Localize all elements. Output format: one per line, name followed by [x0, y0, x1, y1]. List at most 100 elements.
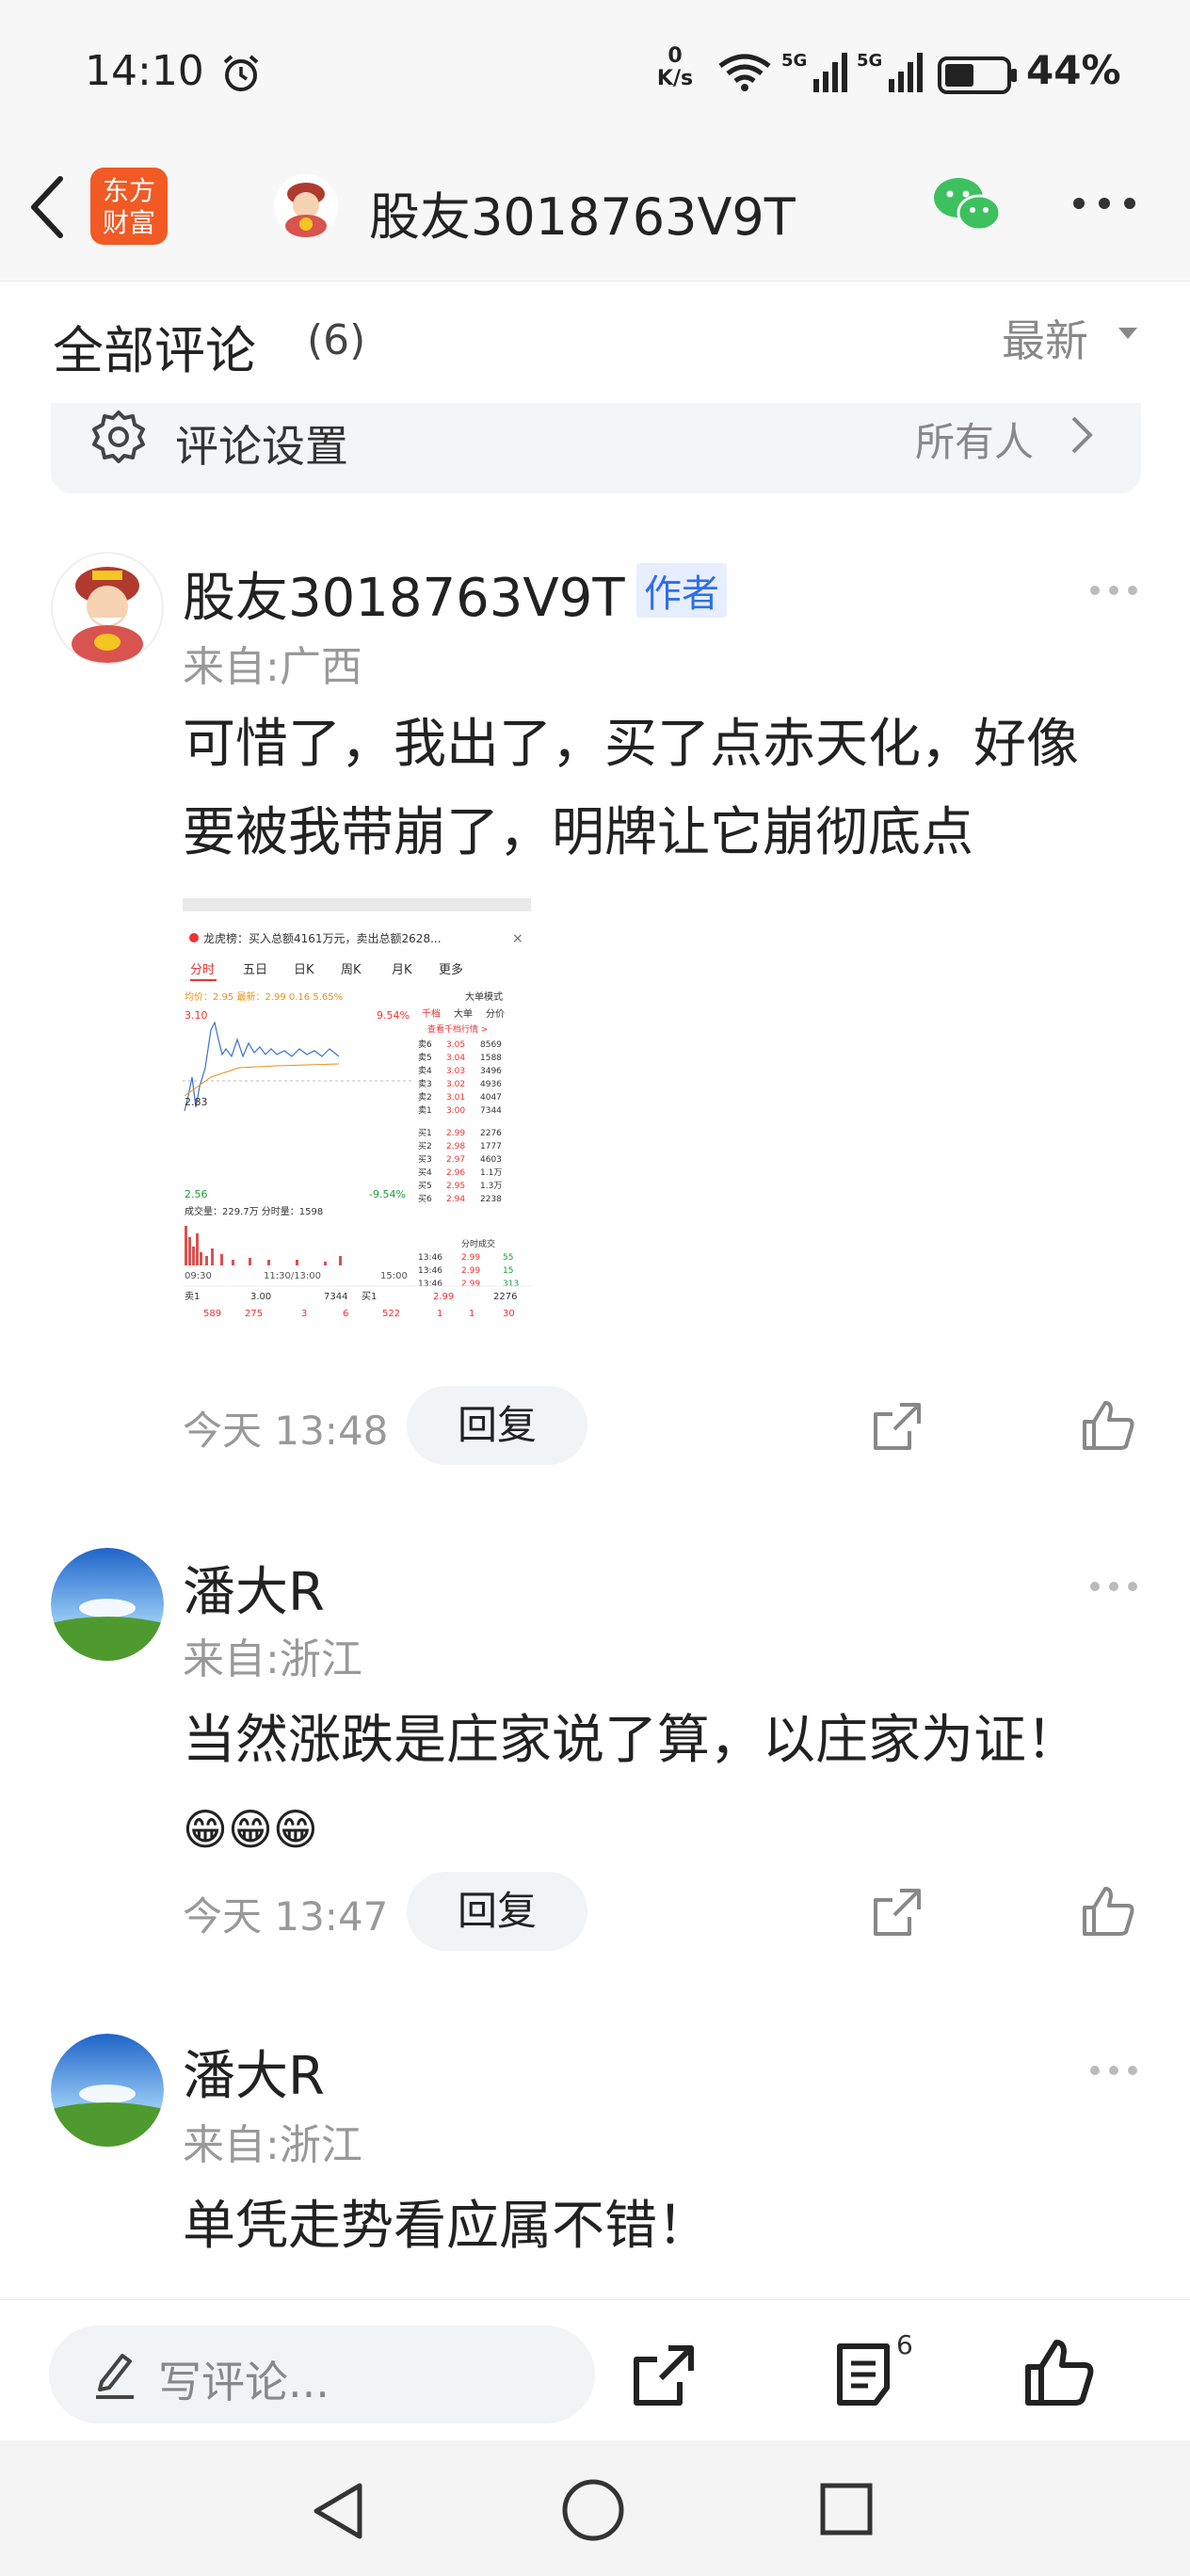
comment-time: 今天 13:47 [183, 1893, 389, 1940]
avatar[interactable] [51, 1548, 164, 1661]
sell-order-price: 3.01 [446, 1093, 465, 1103]
buy-order-price: 2.98 [446, 1142, 465, 1151]
bottom-row-cell: 275 [245, 1309, 263, 1319]
tab: 月K [392, 963, 412, 977]
battery-percent: 44% [1026, 47, 1121, 93]
buy-order-label: 买5 [418, 1181, 432, 1191]
comment-placeholder[interactable]: 写评论... [158, 2348, 330, 2410]
settings-label: 评论设置 [175, 421, 348, 472]
comments-list-icon[interactable] [832, 2341, 898, 2408]
buy-order-volume: 1777 [480, 1142, 502, 1151]
buy-order-volume: 4603 [480, 1155, 502, 1165]
buy-order-label: 买4 [418, 1167, 432, 1178]
gear-icon [92, 411, 145, 463]
low-price: 2.56 [185, 1188, 208, 1200]
wechat-icon[interactable] [932, 175, 1002, 235]
nav-home-icon[interactable] [561, 2478, 625, 2542]
bottom-row-cell: 522 [382, 1309, 400, 1319]
header-title: 股友3018763V9T [369, 187, 796, 247]
comment-time: 今天 13:48 [183, 1408, 389, 1454]
trade-time: 13:46 [418, 1266, 442, 1276]
bottom-row-cell: 6 [343, 1309, 348, 1319]
avg-line: 均价：2.95 最新：2.99 0.16 5.65% [185, 990, 343, 1003]
buy-order-volume: 2238 [480, 1195, 502, 1204]
buy-order-price: 2.94 [446, 1195, 465, 1204]
buy-order-price: 2.97 [446, 1155, 465, 1165]
sell-order-price: 3.04 [446, 1054, 465, 1063]
sell-order-volume: 3496 [480, 1067, 502, 1076]
emoji-row: 😁😁😁 [183, 1804, 318, 1855]
trades-title: 分时成交 [461, 1238, 495, 1249]
username[interactable]: 潘大R [183, 2034, 325, 2110]
share-icon[interactable] [631, 2343, 697, 2408]
reply-button[interactable]: 回复 [407, 1386, 587, 1465]
bottom-row-cell: 30 [503, 1309, 515, 1319]
top-pct: 9.54% [377, 1009, 410, 1022]
more-options-icon[interactable] [1088, 2064, 1139, 2077]
buy-order-price: 2.95 [446, 1182, 465, 1191]
sell-order-label: 卖1 [418, 1105, 432, 1116]
mid-price: 2.83 [185, 1096, 208, 1108]
comments-count: (6) [307, 316, 366, 364]
more-options-icon[interactable] [1088, 1580, 1139, 1593]
trade-volume: 55 [503, 1253, 513, 1263]
bottom-row-cell: 3 [301, 1309, 307, 1319]
buy-order-label: 买1 [418, 1128, 432, 1138]
more-options-icon[interactable] [1071, 192, 1137, 215]
sort-dropdown[interactable]: 最新 [1002, 307, 1088, 369]
location: 来自:浙江 [183, 1635, 362, 1683]
comment-content: 当然涨跌是庄家说了算，以庄家为证！ 😁😁😁 [183, 1697, 1079, 1874]
trade-time: 13:46 [418, 1280, 442, 1289]
alarm-icon [223, 55, 259, 91]
back-arrow-icon[interactable] [28, 175, 66, 239]
share-icon[interactable] [872, 1887, 923, 1938]
buy-order-volume: 1.3万 [480, 1182, 502, 1191]
right-link: 查看千档行情 > [427, 1023, 488, 1035]
sell-order-volume: 4936 [480, 1080, 502, 1089]
pen-icon [96, 2354, 134, 2399]
avatar[interactable] [51, 552, 164, 665]
like-icon[interactable] [1081, 1885, 1135, 1938]
caret-down-icon[interactable] [1117, 326, 1139, 341]
signal-5g-2-icon: 5G [857, 51, 923, 92]
comment-content: 单凭走势看应属不错！ [183, 2196, 710, 2257]
like-icon[interactable] [1024, 2339, 1094, 2407]
trades-list: 13:46 2.99 55 13:46 2.99 15 13:46 2.99 313 [418, 1253, 519, 1289]
trade-price: 2.99 [461, 1280, 480, 1289]
nav-back-icon[interactable] [311, 2482, 365, 2540]
user-avatar-small[interactable] [273, 173, 339, 239]
bottom-row-cell: 买1 [362, 1291, 377, 1302]
share-icon[interactable] [872, 1401, 923, 1452]
sell-order-label: 卖2 [418, 1092, 432, 1103]
sell-order-price: 3.02 [446, 1080, 465, 1089]
bottom-row-cell: 589 [203, 1309, 221, 1319]
svg-text:5G: 5G [857, 51, 882, 71]
more-options-icon[interactable] [1088, 584, 1139, 597]
bottom-row-cell: 3.00 [250, 1292, 271, 1302]
attached-stock-image[interactable]: 龙虎榜：买入总额4161万元，卖出总额2628... × 分时 五日 日K 周K… [183, 898, 531, 1367]
volume-row: 成交量：229.7万 分时量：1598 [185, 1205, 323, 1217]
chevron-right-icon [1071, 416, 1093, 454]
app-logo[interactable]: 东方 财富 [90, 168, 168, 245]
sell-order-label: 卖3 [418, 1079, 432, 1089]
sell-order-price: 3.03 [446, 1067, 465, 1076]
nav-recent-apps-icon[interactable] [819, 2482, 874, 2536]
time-axis-end: 15:00 [380, 1271, 408, 1281]
top-price: 3.10 [185, 1009, 208, 1022]
like-icon[interactable] [1081, 1399, 1135, 1452]
battery-icon [938, 56, 1017, 94]
reply-button[interactable]: 回复 [407, 1872, 587, 1951]
avatar[interactable] [51, 2034, 164, 2147]
username[interactable]: 潘大R [183, 1550, 325, 1626]
tab: 日K [294, 963, 314, 977]
username[interactable]: 股友3018763V9T [183, 555, 625, 632]
right-tab: 千档 [422, 1007, 441, 1020]
trade-price: 2.99 [461, 1266, 480, 1276]
tab: 五日 [243, 963, 267, 977]
status-time: 14:10 [85, 47, 204, 95]
trade-time: 13:46 [418, 1253, 442, 1263]
right-tab: 大单 [454, 1007, 473, 1020]
banner-text: 龙虎榜：买入总额4161万元，卖出总额2628... [203, 931, 442, 945]
bottom-row-cell: 1 [469, 1309, 474, 1319]
net-speed: 0 K/s [656, 44, 694, 90]
